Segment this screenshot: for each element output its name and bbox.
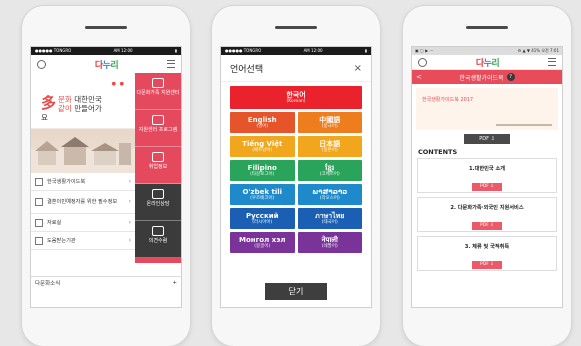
lang-lao-button[interactable]: ພາສາລາວ (라오스어) — [297, 184, 362, 205]
page-title: 한국생활가이드북 — [459, 74, 504, 82]
lang-mongolian-button[interactable]: Монгол хэл (몽골어) — [230, 232, 295, 253]
chapter-pdf-button[interactable]: PDF ⇩ — [472, 183, 502, 191]
list-item-agencies[interactable]: 도움받는기관 › — [31, 232, 135, 250]
chapter-title: 2. 다문화가족·외국인 지원서비스 — [450, 205, 524, 211]
lang-row: Русский (러시아어) ภาษาไทย (태국어) — [230, 208, 362, 232]
phone-home: ●●●●● TONGRO AM 12:00 ▮ 다누리 ● ● 多 문화 대한민… — [22, 6, 190, 346]
side-item-program[interactable]: 지원센터 프로그램 — [135, 110, 181, 147]
lang-row: O'zbek tili (우즈베크어) ພາສາລາວ (라오스어) — [230, 184, 362, 208]
list-item-archive[interactable]: 자료실 › — [31, 214, 135, 232]
briefcase-icon — [152, 152, 164, 162]
battery-icon: ▮ — [364, 48, 367, 53]
carousel-dots[interactable]: ● ● — [112, 81, 125, 87]
lang-filipino-button[interactable]: Filipino (타갈로그어) — [230, 160, 295, 181]
guidebook-cover: 한국생활가이드북 2017 — [416, 88, 558, 130]
document-icon — [35, 198, 43, 206]
lang-khmer-button[interactable]: ខ្មែរ (크메르어) — [297, 160, 362, 181]
contents-heading: CONTENTS — [418, 148, 458, 156]
phone-guidebook: ▣ ▢ ▶ ··· ⚙ ▲ ▼ 41% 오전 7:01 다누리 < 한국생활가이… — [403, 6, 571, 346]
danuri-logo[interactable]: 다누리 — [95, 58, 119, 71]
lang-uzbek-button[interactable]: O'zbek tili (우즈베크어) — [230, 184, 295, 205]
headset-icon — [152, 189, 164, 199]
page-title-bar: < 한국생활가이드북 ? — [412, 70, 562, 84]
side-item-jobs[interactable]: 취업정보 — [135, 147, 181, 184]
lang-vietnamese-button[interactable]: Tiếng Việt (베트남어) — [230, 136, 295, 157]
modal-title: 언어선택 — [230, 64, 264, 75]
help-icon[interactable]: ? — [506, 73, 515, 81]
chapter-pdf-button[interactable]: PDF ⇩ — [472, 222, 502, 230]
lang-japanese-button[interactable]: 日本語 (일본어) — [297, 136, 362, 157]
guidebook-screen: ▣ ▢ ▶ ··· ⚙ ▲ ▼ 41% 오전 7:01 다누리 < 한국생활가이… — [411, 46, 563, 308]
status-bar: ▣ ▢ ▶ ··· ⚙ ▲ ▼ 41% 오전 7:01 — [412, 47, 562, 55]
side-item-feedback[interactable]: 의견수렴 — [135, 221, 181, 258]
lang-nepali-button[interactable]: नेपाली (네팔어) — [297, 232, 362, 253]
family-icon — [152, 78, 164, 88]
phone-speaker — [466, 26, 508, 29]
list-item-guidebook[interactable]: 한국생활가이드북 › — [31, 173, 135, 191]
news-label: 다문화소식 — [35, 280, 61, 287]
battery-icon: ▮ — [174, 48, 177, 53]
globe-icon[interactable] — [37, 59, 46, 69]
side-item-center[interactable]: 다문화가족 지원센터 — [135, 73, 181, 110]
chevron-right-icon: › — [128, 197, 131, 205]
app-header: 다누리 — [31, 55, 181, 74]
cover-title: 한국생활가이드북 2017 — [422, 97, 474, 103]
lang-row: English (영어) 中國語 (중국어) — [230, 112, 362, 136]
lang-english-button[interactable]: English (영어) — [230, 112, 295, 133]
lang-korean-button[interactable]: 한국어 (Korean) — [230, 86, 362, 109]
language-screen: ●●●●● TONGRO AM 12:00 ▮ 언어선택 × 한국어 (Kore… — [220, 46, 372, 308]
books-illustration — [496, 106, 552, 126]
carrier-label: ●●●●● TONGRO — [35, 48, 72, 53]
lang-russian-button[interactable]: Русский (러시아어) — [230, 208, 295, 229]
home-list: 한국생활가이드북 › 결혼이민예정자를 위한 필수정보 › 자료실 › 도움받는기관 › — [31, 173, 135, 250]
phone-speaker — [85, 26, 127, 29]
menu-icon[interactable] — [167, 60, 175, 68]
hero-big-char: 多 — [41, 94, 57, 112]
lang-thai-button[interactable]: ภาษาไทย (태국어) — [297, 208, 362, 229]
quick-menu: 다문화가족 지원센터 지원센터 프로그램 취업정보 온라인상담 의견수렴 — [135, 73, 181, 263]
lang-row: Tiếng Việt (베트남어) 日本語 (일본어) — [230, 136, 362, 160]
menu-icon[interactable] — [548, 58, 556, 66]
globe-icon[interactable] — [418, 57, 427, 67]
lightbulb-icon — [152, 226, 164, 236]
chevron-right-icon: › — [128, 237, 131, 244]
modal-header: 언어선택 × — [221, 55, 371, 82]
chevron-right-icon: › — [128, 178, 131, 185]
phone-language: ●●●●● TONGRO AM 12:00 ▮ 언어선택 × 한국어 (Kore… — [212, 6, 380, 346]
hero-banner[interactable]: ● ● 多 문화 대한민국 같이 만들어가요 — [31, 73, 135, 173]
pdf-download-button[interactable]: PDF ⇩ — [464, 134, 510, 144]
time-label: AM 12:00 — [113, 48, 133, 53]
chapter-card: 3. 체류 및 국적취득 PDF ⇩ — [417, 236, 557, 271]
chapter-title: 1.대한민국 소개 — [468, 166, 506, 172]
status-bar: ●●●●● TONGRO AM 12:00 ▮ — [221, 47, 371, 55]
news-header[interactable]: 다문화소식 + — [31, 276, 181, 288]
chapter-pdf-button[interactable]: PDF ⇩ — [472, 261, 502, 269]
program-icon — [152, 115, 164, 125]
close-button[interactable]: 닫기 — [265, 283, 327, 300]
status-bar: ●●●●● TONGRO AM 12:00 ▮ — [31, 47, 181, 55]
back-icon[interactable]: < — [416, 73, 422, 81]
danuri-logo[interactable]: 다누리 — [476, 56, 500, 69]
list-item-marriage-info[interactable]: 결혼이민예정자를 위한 필수정보 › — [31, 191, 135, 214]
lang-chinese-button[interactable]: 中國語 (중국어) — [297, 112, 362, 133]
home-screen: ●●●●● TONGRO AM 12:00 ▮ 다누리 ● ● 多 문화 대한민… — [30, 46, 182, 308]
lang-row: Монгол хэл (몽골어) नेपाली (네팔어) — [230, 232, 362, 256]
chapter-title: 3. 체류 및 국적취득 — [464, 244, 510, 250]
plus-icon[interactable]: + — [172, 280, 177, 286]
hero-slogan: 多 문화 대한민국 같이 만들어가요 — [41, 94, 102, 122]
phone-speaker — [275, 26, 317, 29]
app-header: 다누리 — [412, 55, 562, 70]
close-icon[interactable]: × — [354, 63, 362, 74]
book-icon — [35, 177, 43, 186]
chevron-right-icon: › — [128, 219, 131, 226]
chapter-card: 1.대한민국 소개 PDF ⇩ — [417, 158, 557, 193]
side-item-counsel[interactable]: 온라인상담 — [135, 184, 181, 221]
language-modal: 언어선택 × 한국어 (Korean) English (영어) 中國語 (중국어)… — [221, 55, 371, 307]
lang-row: Filipino (타갈로그어) ខ្មែរ (크메르어) — [230, 160, 362, 184]
language-grid: 한국어 (Korean) English (영어) 中國語 (중국어) Tiếng … — [221, 82, 371, 260]
phone-icon — [35, 236, 43, 245]
chapter-card: 2. 다문화가족·외국인 지원서비스 PDF ⇩ — [417, 197, 557, 232]
folder-icon — [35, 218, 43, 227]
village-illustration — [31, 137, 135, 173]
